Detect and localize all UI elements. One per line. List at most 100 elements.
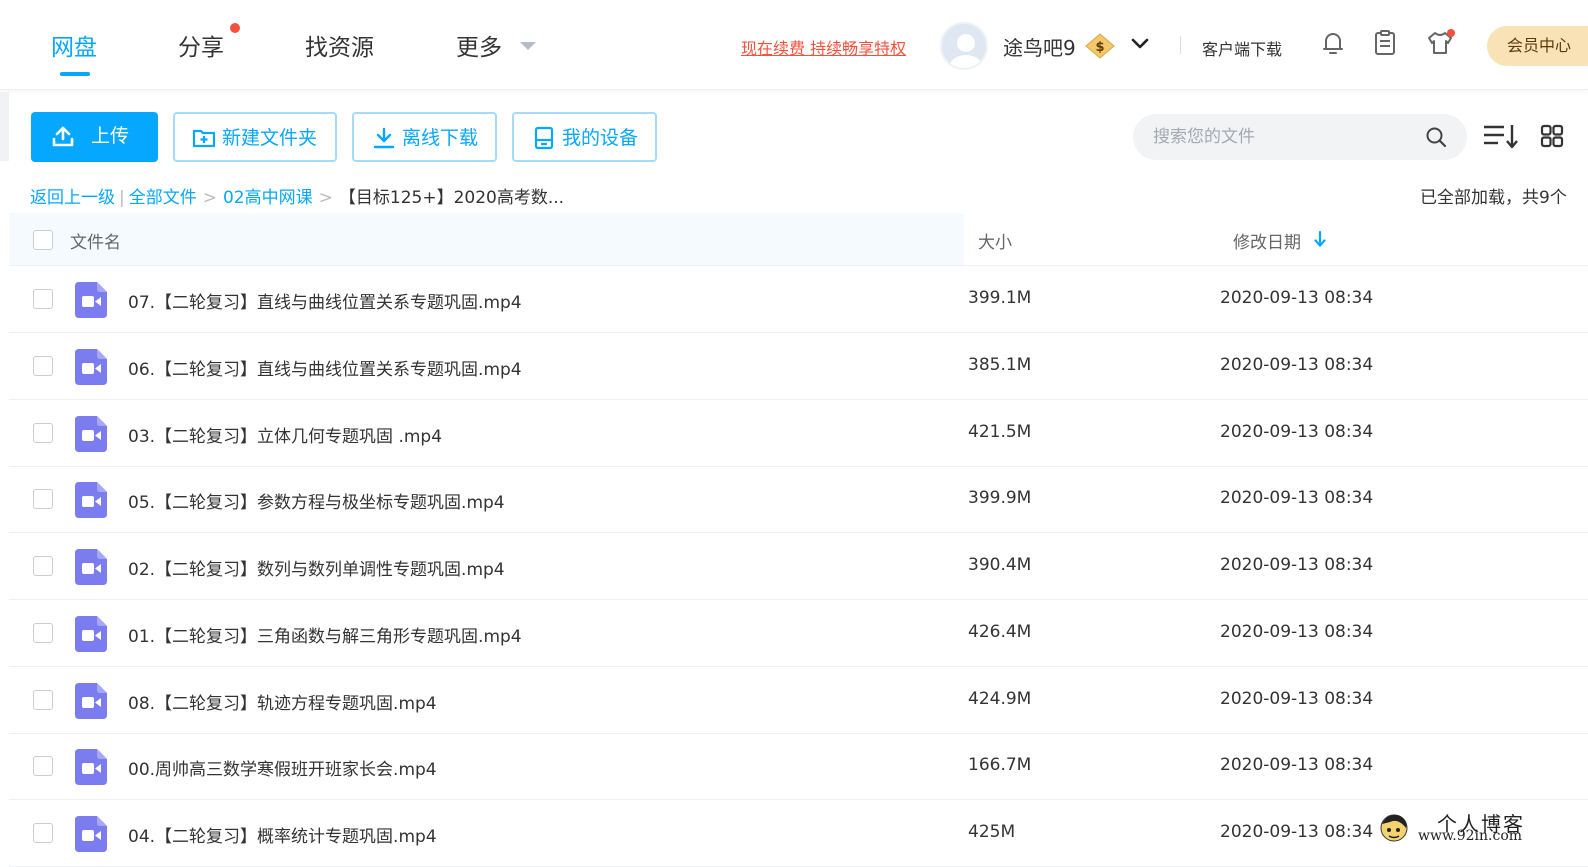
table-row[interactable]: 06.【二轮复习】直线与曲线位置关系专题巩固.mp4 385.1M 2020-09-… — [9, 333, 1588, 400]
video-file-icon — [75, 415, 107, 452]
file-date: 2020-09-13 08:34 — [1220, 421, 1374, 442]
grid-view-icon[interactable] — [1540, 124, 1564, 148]
more-caret-icon[interactable] — [520, 42, 536, 50]
bell-icon[interactable] — [1318, 28, 1348, 58]
file-size: 421.5M — [968, 421, 1032, 442]
search-icon[interactable] — [1425, 126, 1447, 148]
sort-icon[interactable] — [1482, 122, 1520, 150]
breadcrumb-all-files[interactable]: 全部文件 — [129, 188, 197, 208]
row-checkbox[interactable] — [33, 556, 53, 576]
video-file-icon — [75, 816, 107, 852]
my-devices-button[interactable]: 我的设备 — [512, 112, 657, 162]
column-header-name[interactable]: 文件名 — [70, 228, 121, 253]
notification-dot — [230, 23, 240, 33]
table-row[interactable]: 00.周帅高三数学寒假班开班家长会.mp4 166.7M 2020-09-13 08… — [9, 733, 1588, 801]
file-name[interactable]: 00.周帅高三数学寒假班开班家长会.mp4 — [128, 755, 437, 780]
download-icon — [373, 127, 395, 149]
select-all-checkbox[interactable] — [33, 230, 53, 250]
breadcrumb-folder[interactable]: 02高中网课 — [223, 188, 313, 208]
file-size: 399.1M — [968, 288, 1032, 308]
file-date: 2020-09-13 08:34 — [1220, 621, 1374, 642]
file-size: 426.4M — [968, 621, 1032, 642]
file-name[interactable]: 05.【二轮复习】参数方程与极坐标专题巩固.mp4 — [128, 488, 505, 513]
video-file-icon — [75, 682, 107, 719]
file-name[interactable]: 08.【二轮复习】轨迹方程专题巩固.mp4 — [128, 689, 437, 714]
file-date: 2020-09-13 08:34 — [1220, 488, 1374, 509]
column-header-size[interactable]: 大小 — [978, 228, 1012, 253]
file-name[interactable]: 01.【二轮复习】三角函数与解三角形专题巩固.mp4 — [128, 622, 522, 647]
device-icon — [534, 126, 554, 150]
table-header: 文件名 大小 修改日期 — [9, 213, 1588, 266]
clipboard-icon[interactable] — [1370, 28, 1400, 58]
video-file-icon — [75, 749, 107, 786]
file-date: 2020-09-13 08:34 — [1220, 555, 1374, 575]
file-size: 425M — [968, 822, 1016, 842]
row-checkbox[interactable] — [33, 422, 53, 443]
video-file-icon — [75, 348, 107, 385]
column-header-date[interactable]: 修改日期 — [1233, 228, 1301, 253]
video-file-icon — [75, 482, 107, 519]
table-row[interactable]: 03.【二轮复习】立体几何专题巩固 .mp4 421.5M 2020-09-13 0… — [9, 400, 1588, 467]
offline-download-button[interactable]: 离线下载 — [352, 112, 497, 162]
row-checkbox[interactable] — [33, 289, 53, 309]
my-devices-label: 我的设备 — [562, 127, 639, 149]
video-file-icon — [75, 282, 107, 318]
file-name[interactable]: 06.【二轮复习】直线与曲线位置关系专题巩固.mp4 — [128, 355, 522, 380]
renewal-promo-link[interactable]: 现在续费 持续畅享特权 — [741, 35, 906, 59]
load-status: 已全部加载，共9个 — [1420, 188, 1567, 208]
back-link[interactable]: 返回上一级 — [30, 188, 115, 208]
file-name[interactable]: 02.【二轮复习】数列与数列单调性专题巩固.mp4 — [128, 555, 505, 580]
watermark-url: www.92in.com — [1418, 828, 1523, 844]
tab-find-resources[interactable]: 找资源 — [305, 28, 374, 62]
search-input[interactable] — [1153, 114, 1423, 160]
row-checkbox[interactable] — [33, 355, 53, 376]
client-download-link[interactable]: 客户端下载 — [1202, 36, 1282, 60]
sidebar-edge — [0, 92, 9, 161]
file-size: 390.4M — [968, 555, 1032, 575]
new-folder-icon — [192, 129, 216, 148]
row-checkbox[interactable] — [33, 823, 53, 843]
file-date: 2020-09-13 08:34 — [1220, 688, 1374, 709]
table-row[interactable]: 08.【二轮复习】轨迹方程专题巩固.mp4 424.9M 2020-09-13 08… — [9, 667, 1588, 734]
search-box — [1133, 114, 1467, 160]
breadcrumb-separator: > — [202, 188, 217, 208]
member-center-button[interactable]: 会员中心 — [1487, 26, 1588, 66]
new-folder-label: 新建文件夹 — [222, 127, 318, 149]
file-date: 2020-09-13 08:34 — [1220, 755, 1374, 776]
tab-netdisk[interactable]: 网盘 — [51, 28, 97, 62]
tab-share[interactable]: 分享 — [178, 28, 224, 62]
new-folder-button[interactable]: 新建文件夹 — [173, 112, 337, 162]
chevron-down-icon[interactable] — [1128, 32, 1152, 56]
file-size: 399.9M — [968, 488, 1032, 509]
table-row[interactable]: 01.【二轮复习】三角函数与解三角形专题巩固.mp4 426.4M 2020-09-… — [9, 600, 1588, 667]
file-name[interactable]: 04.【二轮复习】概率统计专题巩固.mp4 — [128, 822, 437, 847]
divider — [1180, 36, 1181, 54]
vip-diamond-icon[interactable]: $ — [1085, 33, 1115, 59]
table-row[interactable]: 05.【二轮复习】参数方程与极坐标专题巩固.mp4 399.9M 2020-09-1… — [9, 466, 1588, 534]
file-size: 166.7M — [968, 755, 1032, 776]
name-column-highlight — [9, 213, 964, 265]
video-file-icon — [75, 549, 107, 585]
upload-button[interactable]: 上传 — [31, 112, 158, 162]
offline-download-label: 离线下载 — [402, 127, 479, 149]
row-checkbox[interactable] — [33, 489, 53, 510]
row-checkbox[interactable] — [33, 689, 53, 710]
table-row[interactable]: 02.【二轮复习】数列与数列单调性专题巩固.mp4 390.4M 2020-09-1… — [9, 533, 1588, 600]
video-file-icon — [75, 615, 107, 652]
file-name[interactable]: 03.【二轮复习】立体几何专题巩固 .mp4 — [128, 422, 442, 447]
avatar[interactable] — [940, 22, 988, 70]
row-checkbox[interactable] — [33, 756, 53, 777]
username[interactable]: 途鸟吧9 — [1003, 32, 1076, 61]
table-row[interactable]: 04.【二轮复习】概率统计专题巩固.mp4 425M 2020-09-13 08:3… — [9, 800, 1588, 867]
tab-more[interactable]: 更多 — [456, 28, 502, 62]
user-avatar-icon — [950, 34, 982, 68]
file-size: 385.1M — [968, 354, 1032, 375]
upload-icon — [52, 126, 74, 147]
row-checkbox[interactable] — [33, 622, 53, 643]
table-row[interactable]: 07.【二轮复习】直线与曲线位置关系专题巩固.mp4 399.1M 2020-09-… — [9, 266, 1588, 333]
sort-desc-arrow-icon[interactable] — [1312, 230, 1328, 248]
breadcrumb-separator: | — [119, 188, 125, 208]
top-navigation-bar: 网盘 分享 找资源 更多 现在续费 持续畅享特权 途鸟吧9 $ 客户端下载 会员… — [0, 0, 1588, 90]
file-name[interactable]: 07.【二轮复习】直线与曲线位置关系专题巩固.mp4 — [128, 288, 522, 313]
breadcrumb-separator: > — [318, 188, 333, 208]
